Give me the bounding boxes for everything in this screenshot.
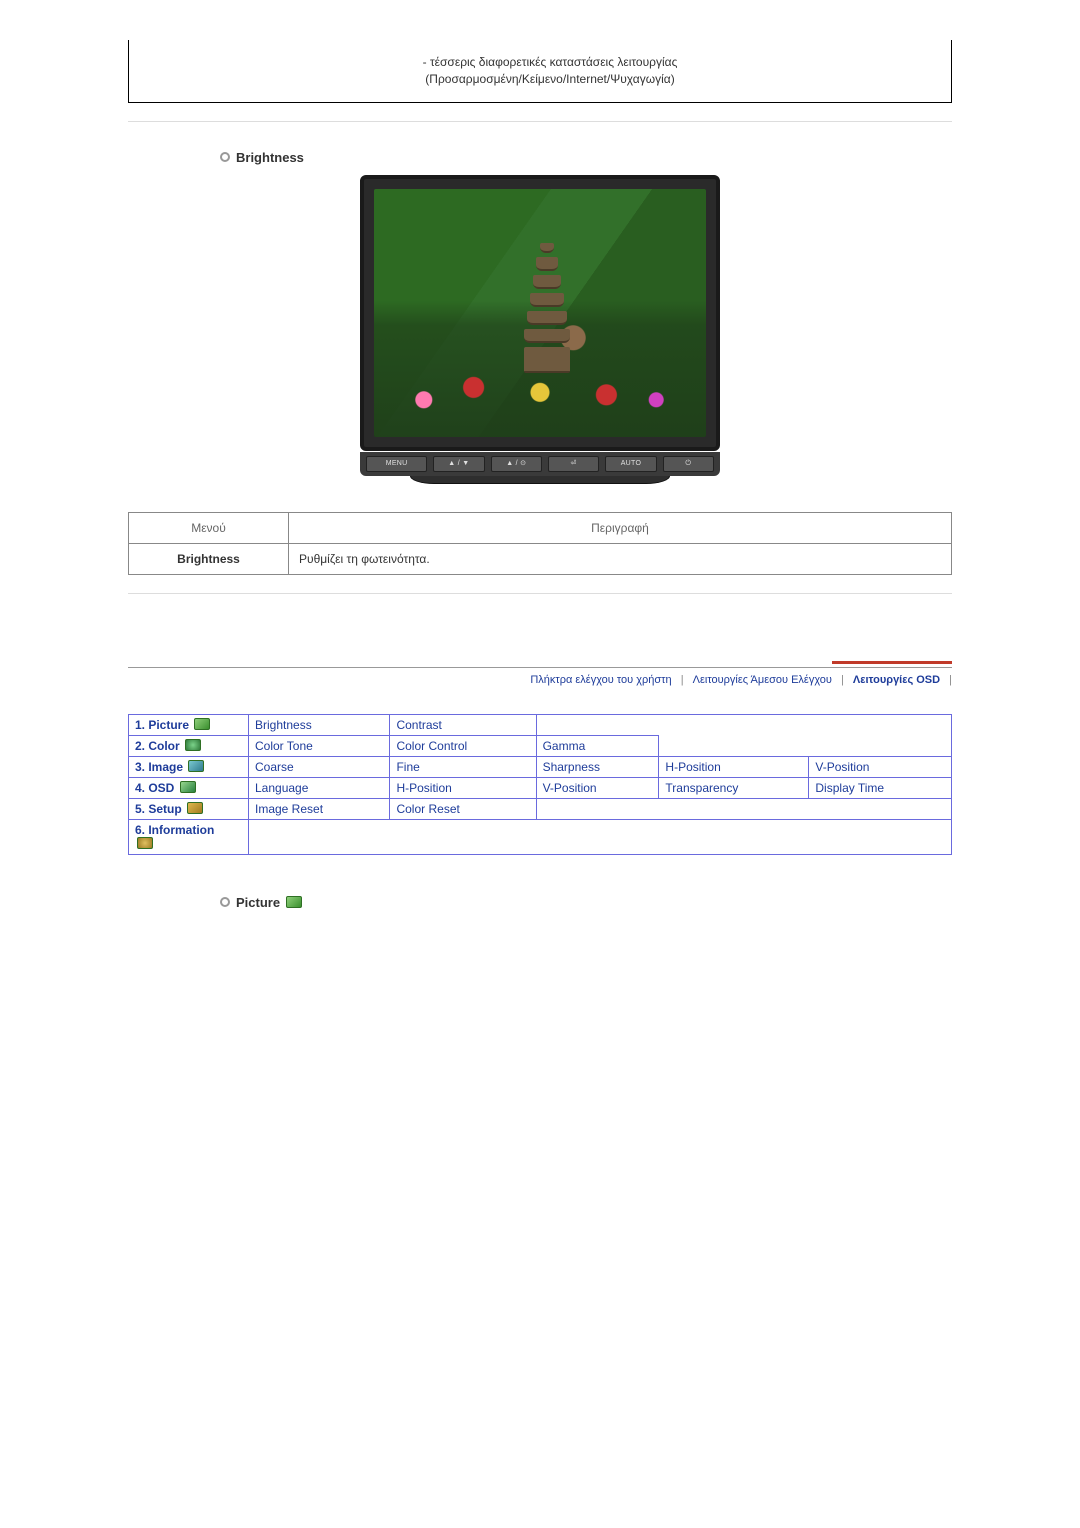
link-color-control[interactable]: Color Control xyxy=(390,735,536,756)
picture-icon xyxy=(286,896,302,908)
info-icon xyxy=(137,837,153,849)
link-v-position[interactable]: V-Position xyxy=(809,756,952,777)
link-brightness[interactable]: Brightness xyxy=(249,714,390,735)
active-tab-underline xyxy=(832,661,952,664)
monitor-btn-enter[interactable]: ⏎ xyxy=(548,456,599,472)
monitor-btn-up-enter[interactable]: ▲ / ⊙ xyxy=(491,456,542,472)
link-display-time[interactable]: Display Time xyxy=(809,777,952,798)
row-setup-label[interactable]: 5. Setup xyxy=(135,802,182,816)
monitor-btn-power[interactable]: ⏻ xyxy=(663,456,714,472)
table-row: 5. Setup Image Reset Color Reset xyxy=(129,798,952,819)
monitor-button-row: MENU ▲ / ▼ ▲ / ⊙ ⏎ AUTO ⏻ xyxy=(360,452,720,476)
brightness-title: Brightness xyxy=(236,150,304,165)
bullet-icon xyxy=(220,152,230,162)
image-icon xyxy=(188,760,204,772)
pagoda-icon xyxy=(524,243,570,378)
empty-cell xyxy=(659,735,952,756)
row-image-label[interactable]: 3. Image xyxy=(135,760,183,774)
tab-separator: | xyxy=(681,674,684,686)
link-image-reset[interactable]: Image Reset xyxy=(249,798,390,819)
row-picture[interactable]: 1. Picture xyxy=(129,714,249,735)
top-line-1: - τέσσερις διαφορετικές καταστάσεις λειτ… xyxy=(423,55,678,69)
row-color-label[interactable]: 2. Color xyxy=(135,739,180,753)
monitor-btn-auto[interactable]: AUTO xyxy=(605,456,656,472)
divider xyxy=(128,593,952,594)
nav-tabs: Πλήκτρα ελέγχου του χρήστη | Λειτουργίες… xyxy=(128,664,952,686)
link-color-tone[interactable]: Color Tone xyxy=(249,735,390,756)
divider xyxy=(128,121,952,122)
empty-cell xyxy=(536,714,951,735)
picture-title: Picture xyxy=(236,895,280,910)
top-info-box: - τέσσερις διαφορετικές καταστάσεις λειτ… xyxy=(128,40,952,103)
brightness-heading: Brightness xyxy=(220,150,952,165)
picture-heading: Picture xyxy=(220,895,952,910)
table-row: 2. Color Color Tone Color Control Gamma xyxy=(129,735,952,756)
monitor-preview: MENU ▲ / ▼ ▲ / ⊙ ⏎ AUTO ⏻ xyxy=(128,175,952,484)
link-language[interactable]: Language xyxy=(249,777,390,798)
col-desc-header: Περιγραφή xyxy=(289,512,952,543)
monitor-bezel xyxy=(360,175,720,451)
row-image[interactable]: 3. Image xyxy=(129,756,249,777)
row-information[interactable]: 6. Information xyxy=(129,819,249,854)
tab-separator: | xyxy=(949,674,952,686)
tab-direct-functions[interactable]: Λειτουργίες Άμεσου Ελέγχου xyxy=(687,674,838,686)
row-osd[interactable]: 4. OSD xyxy=(129,777,249,798)
link-h-position[interactable]: H-Position xyxy=(659,756,809,777)
empty-cell xyxy=(249,819,952,854)
link-fine[interactable]: Fine xyxy=(390,756,536,777)
row-color[interactable]: 2. Color xyxy=(129,735,249,756)
brightness-description-table: Μενού Περιγραφή Brightness Ρυθμίζει τη φ… xyxy=(128,512,952,575)
brightness-row-desc: Ρυθμίζει τη φωτεινότητα. xyxy=(289,543,952,574)
table-row: 1. Picture Brightness Contrast xyxy=(129,714,952,735)
link-gamma[interactable]: Gamma xyxy=(536,735,659,756)
row-picture-label[interactable]: 1. Picture xyxy=(135,718,189,732)
link-color-reset[interactable]: Color Reset xyxy=(390,798,536,819)
picture-icon xyxy=(194,718,210,730)
link-v-position-osd[interactable]: V-Position xyxy=(536,777,659,798)
tab-separator: | xyxy=(841,674,844,686)
osd-icon xyxy=(180,781,196,793)
tab-user-controls[interactable]: Πλήκτρα ελέγχου του χρήστη xyxy=(524,674,677,686)
col-menu-header: Μενού xyxy=(129,512,289,543)
monitor-base xyxy=(410,476,670,484)
link-sharpness[interactable]: Sharpness xyxy=(536,756,659,777)
top-line-2: (Προσαρμοσμένη/Κείμενο/Internet/Ψυχαγωγί… xyxy=(425,72,674,86)
table-row: 4. OSD Language H-Position V-Position Tr… xyxy=(129,777,952,798)
table-row: 6. Information xyxy=(129,819,952,854)
tab-osd-functions[interactable]: Λειτουργίες OSD xyxy=(847,674,946,686)
monitor-btn-updown[interactable]: ▲ / ▼ xyxy=(433,456,484,472)
link-h-position-osd[interactable]: H-Position xyxy=(390,777,536,798)
color-icon xyxy=(185,739,201,751)
row-setup[interactable]: 5. Setup xyxy=(129,798,249,819)
link-coarse[interactable]: Coarse xyxy=(249,756,390,777)
empty-cell xyxy=(536,798,951,819)
link-contrast[interactable]: Contrast xyxy=(390,714,536,735)
osd-menu-table: 1. Picture Brightness Contrast 2. Color … xyxy=(128,714,952,855)
monitor-screen-image xyxy=(374,189,706,437)
brightness-row-name: Brightness xyxy=(129,543,289,574)
link-transparency[interactable]: Transparency xyxy=(659,777,809,798)
bullet-icon xyxy=(220,897,230,907)
setup-icon xyxy=(187,802,203,814)
row-osd-label[interactable]: 4. OSD xyxy=(135,781,174,795)
table-row: 3. Image Coarse Fine Sharpness H-Positio… xyxy=(129,756,952,777)
monitor-btn-menu[interactable]: MENU xyxy=(366,456,427,472)
row-information-label[interactable]: 6. Information xyxy=(135,823,214,837)
